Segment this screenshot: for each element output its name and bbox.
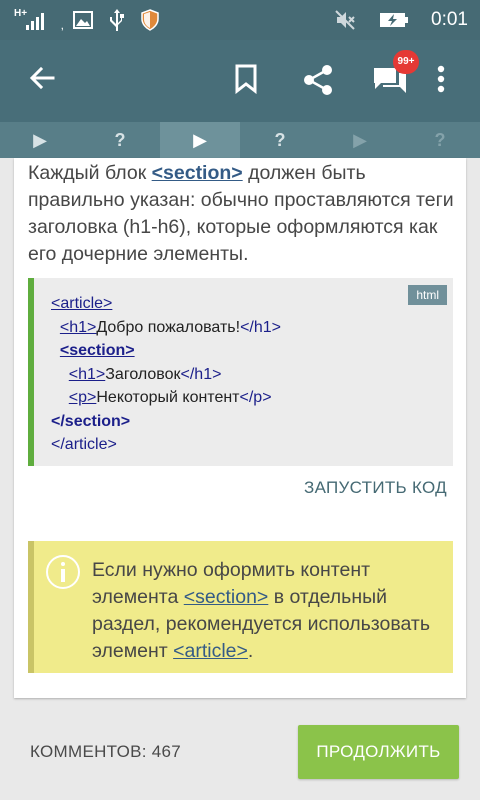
code-line: <h1>Добро пожаловать!</h1> <box>51 316 281 340</box>
signal-icon: H+ , <box>14 8 64 32</box>
code-lines: <article> <h1>Добро пожаловать!</h1> <se… <box>51 292 281 457</box>
code-tag: </p> <box>239 389 272 406</box>
status-bar: H+ , 0:01 <box>0 0 480 40</box>
mute-icon <box>335 10 355 30</box>
code-tag: <article> <box>51 295 113 312</box>
code-line: <article> <box>51 292 281 316</box>
step-lesson-2[interactable]: ▶ <box>160 122 240 158</box>
share-icon[interactable] <box>302 64 334 96</box>
code-tag: </h1> <box>180 365 222 383</box>
lesson-steps-bar: ▶ ? ▶ ? ▶ ? <box>0 122 480 158</box>
tip-article-link[interactable]: <article> <box>173 640 248 662</box>
section-tag-link[interactable]: <section> <box>152 162 243 184</box>
usb-icon <box>110 9 124 31</box>
step-lesson-3[interactable]: ▶ <box>320 122 400 158</box>
code-tag: </article> <box>51 436 117 453</box>
code-line: <h1>Заголовок</h1> <box>51 363 281 387</box>
comments-count[interactable]: КОММЕНТОВ: 467 <box>30 742 181 762</box>
code-line: </article> <box>51 433 281 457</box>
run-code-button[interactable]: ЗАПУСТИТЬ КОД <box>304 478 447 498</box>
comments-badge: 99+ <box>393 50 419 74</box>
more-vert-icon[interactable] <box>437 64 445 94</box>
step-quiz-1[interactable]: ? <box>80 122 160 158</box>
battery-charging-icon <box>380 13 409 27</box>
step-quiz-2[interactable]: ? <box>240 122 320 158</box>
step-lesson-1[interactable]: ▶ <box>0 122 80 158</box>
code-block: html <article> <h1>Добро пожаловать!</h1… <box>28 278 453 466</box>
clock: 0:01 <box>431 9 468 30</box>
tip-section-link[interactable]: <section> <box>184 586 269 608</box>
code-tag: <section> <box>59 342 135 359</box>
code-line: </section> <box>51 410 281 434</box>
bookmark-icon[interactable] <box>234 64 258 94</box>
code-tag: </h1> <box>240 318 282 336</box>
code-line: <section> <box>51 339 281 363</box>
continue-button[interactable]: ПРОДОЛЖИТЬ <box>298 725 459 779</box>
shield-icon <box>141 9 159 31</box>
code-language-badge: html <box>408 285 447 305</box>
lesson-card: Каждый блок <section> должен быть правил… <box>14 158 466 698</box>
info-icon <box>46 555 80 589</box>
tip-text: Если нужно оформить контент элемента <se… <box>92 559 430 662</box>
image-notification-icon <box>73 11 93 29</box>
lesson-paragraph: Каждый блок <section> должен быть правил… <box>28 162 454 265</box>
tip-box: Если нужно оформить контент элемента <se… <box>28 541 453 673</box>
code-tag: <p> <box>68 389 97 406</box>
code-tag: <h1> <box>59 318 97 336</box>
code-tag: </section> <box>51 412 131 430</box>
code-text: Заголовок <box>105 365 181 383</box>
code-line: <p>Некоторый контент</p> <box>51 386 281 410</box>
step-quiz-3[interactable]: ? <box>400 122 480 158</box>
back-arrow-icon[interactable] <box>28 64 56 92</box>
code-text: Некоторый контент <box>96 389 240 406</box>
app-bar: 99+ <box>0 40 480 122</box>
code-text: Добро пожаловать! <box>96 318 241 336</box>
code-tag: <h1> <box>68 365 106 383</box>
